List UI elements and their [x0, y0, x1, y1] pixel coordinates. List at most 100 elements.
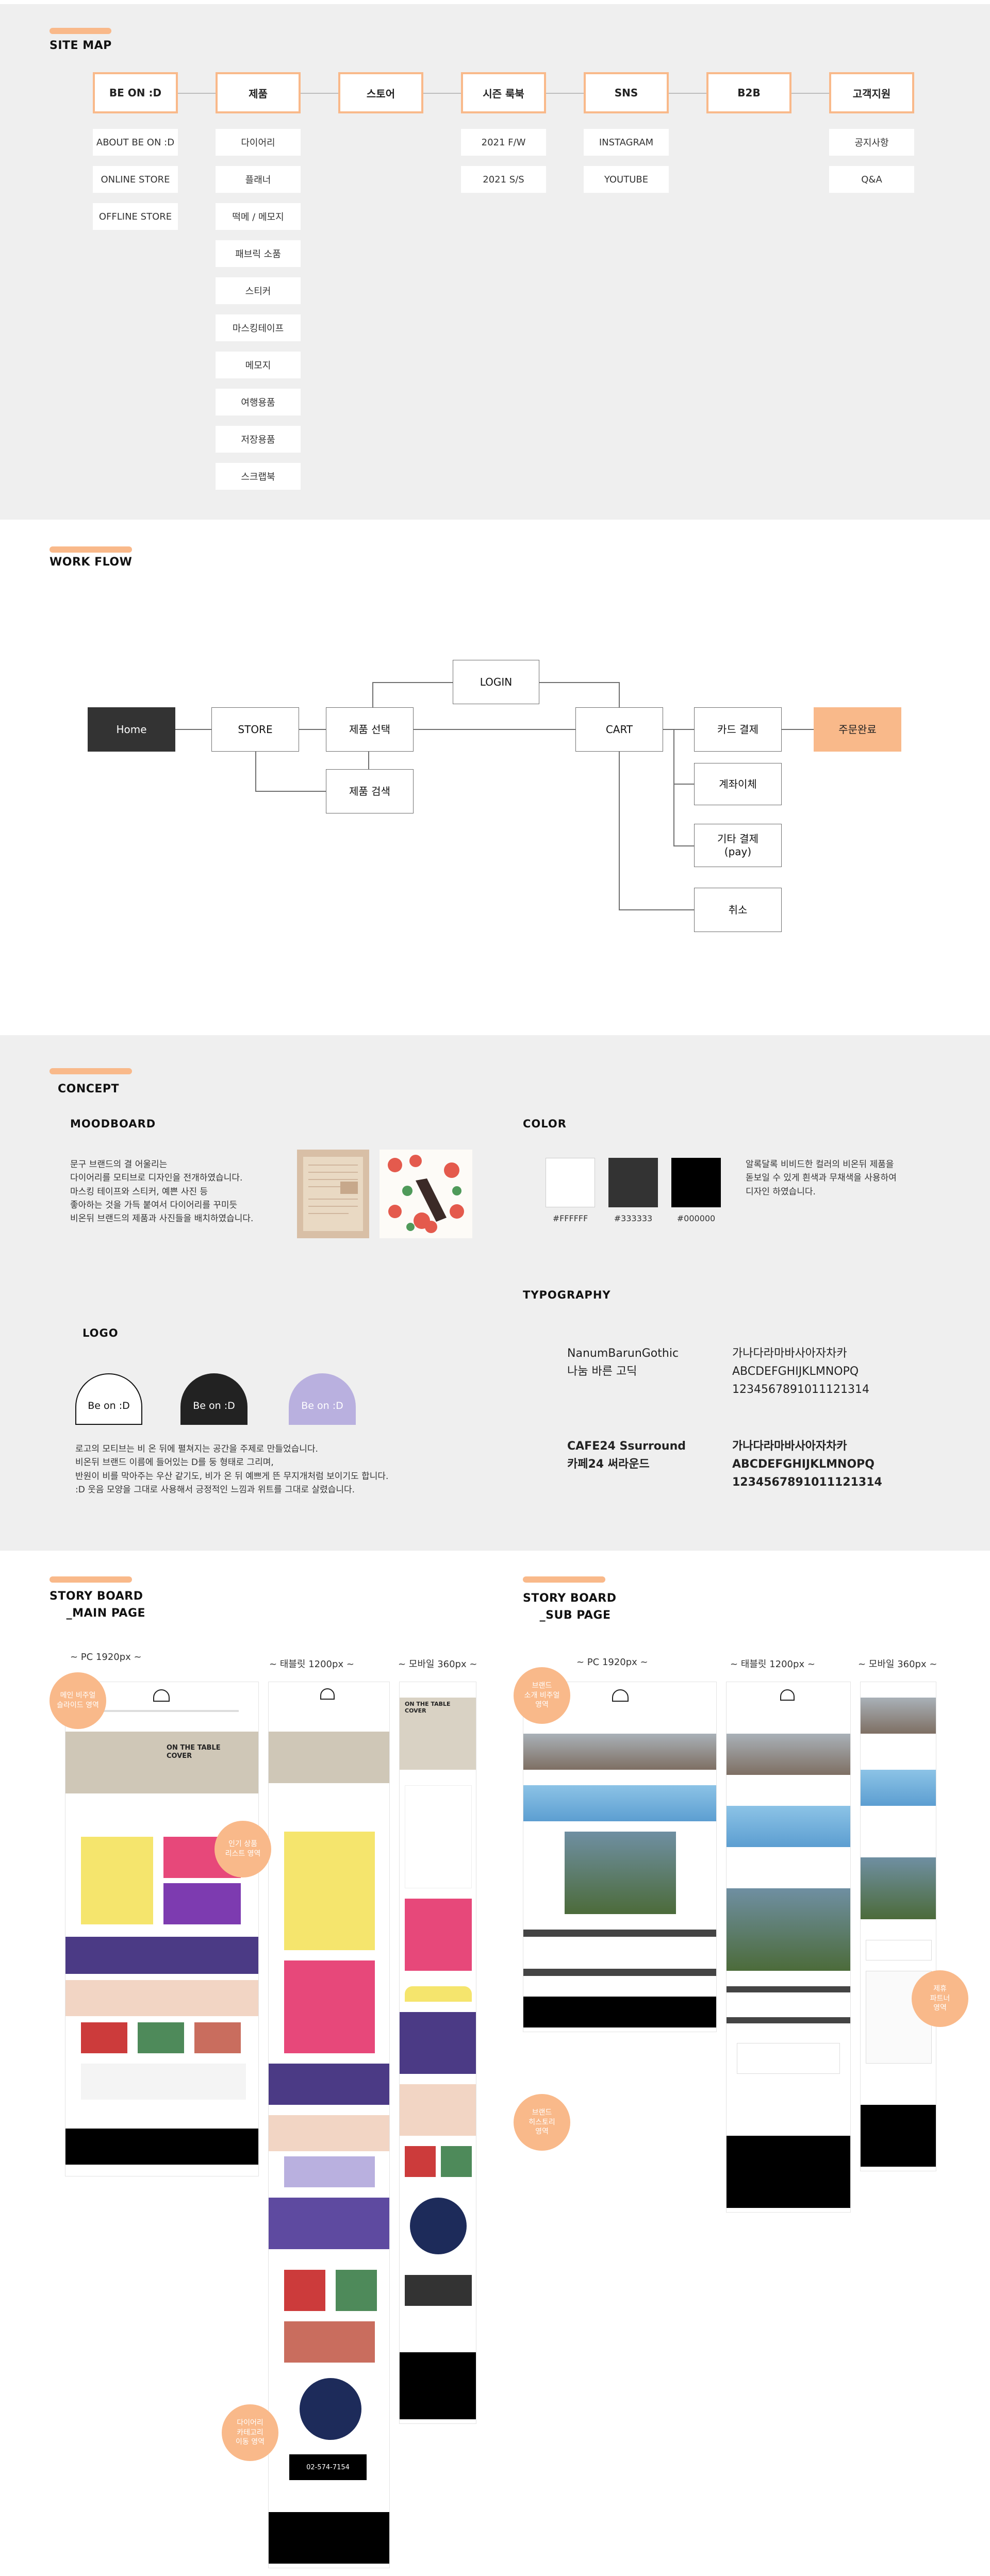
- sitemap-sub-item: ABOUT BE ON :D: [93, 129, 178, 156]
- sitemap-sub-item: 저장용품: [216, 426, 301, 453]
- sitemap-sub-item: 여행용품: [216, 389, 301, 416]
- wf-line: [175, 729, 211, 730]
- label-mobile-main: ~ 모바일 360px ~: [398, 1659, 477, 1670]
- wf-line: [673, 784, 694, 785]
- font-1-sample: 가나다라마바사아자차카 ABCDEFGHIJKLMNOPQ 1234567891…: [732, 1347, 869, 1397]
- logo-title: LOGO: [82, 1327, 119, 1339]
- sitemap-top-0: BE ON :D: [93, 72, 178, 113]
- wf-login: LOGIN: [453, 660, 539, 704]
- label-pc-sub: ~ PC 1920px ~: [576, 1657, 648, 1668]
- wf-line: [619, 752, 620, 910]
- workflow-section: WORK FLOW Home STORE 제품 선택 LOGIN 제품 검색 C…: [0, 520, 990, 1031]
- logo-dark: Be on :D: [180, 1373, 248, 1425]
- sitemap-sub-item: ONLINE STORE: [93, 166, 178, 193]
- color-swatch: [546, 1158, 595, 1207]
- color-title: COLOR: [523, 1118, 567, 1130]
- wf-line: [663, 729, 694, 730]
- concept-title: CONCEPT: [58, 1083, 120, 1095]
- moodboard-image-strawberry: [380, 1150, 472, 1238]
- sub-mobile-mock: [860, 1682, 936, 2171]
- wf-line: [673, 729, 674, 846]
- workflow-accent: [50, 546, 132, 553]
- sub-pc-mock: [523, 1682, 717, 2032]
- wf-cart: CART: [575, 707, 663, 752]
- color-text: 알록달록 비비드한 컬러의 비온뒤 제품을 돋보일 수 있게 흰색과 무채색을 …: [746, 1159, 897, 1197]
- wf-line: [299, 729, 326, 730]
- sitemap-top-3: 시즌 룩북: [461, 72, 546, 113]
- sitemap-sub-item: 떡메 / 메모지: [216, 203, 301, 230]
- font-1-name: NanumBarunGothic 나눔 바른 고딕: [567, 1347, 679, 1378]
- bubble-sub-3: 제휴 파트너 영역: [912, 1970, 968, 2027]
- sitemap-sub-item: INSTAGRAM: [584, 129, 669, 156]
- storyboard-sub-accent: [523, 1576, 605, 1583]
- sitemap-section: SITE MAP BE ON :D ABOUT BE ON :D ONLINE ST…: [0, 4, 990, 520]
- sitemap-accent: [50, 28, 111, 34]
- logo-desc: 로고의 모티브는 비 온 뒤에 펼쳐지는 공간을 주제로 만들었습니다. 비온뒤…: [75, 1444, 389, 1495]
- color-swatch-label: #FFFFFF: [552, 1214, 588, 1223]
- label-pc-main: ~ PC 1920px ~: [70, 1652, 142, 1663]
- label-mobile-sub: ~ 모바일 360px ~: [858, 1659, 937, 1670]
- main-pc-mock: ON THE TABLE COVER: [65, 1682, 259, 2176]
- sitemap-top-4: SNS: [584, 72, 669, 113]
- workflow-title: WORK FLOW: [50, 556, 133, 569]
- sitemap-sub-item: 2021 S/S: [461, 166, 546, 193]
- label-tablet-sub: ~ 태블릿 1200px ~: [730, 1659, 815, 1670]
- sitemap-top-6: 고객지원: [829, 72, 914, 113]
- sitemap-top-5: B2B: [706, 72, 791, 113]
- wf-line: [539, 682, 620, 683]
- color-swatch-label: #333333: [614, 1214, 653, 1223]
- sitemap-sub-item: YOUTUBE: [584, 166, 669, 193]
- wf-cancel: 취소: [694, 888, 782, 932]
- wf-search: 제품 검색: [326, 769, 414, 813]
- sub-tablet-mock: [726, 1682, 851, 2213]
- logo-lavender: Be on :D: [289, 1373, 356, 1425]
- sitemap-top-1: 제품: [216, 72, 301, 113]
- sitemap-sub-item: 공지사항: [829, 129, 914, 156]
- bubble-sub-1: 브랜드 소개 비주얼 영역: [514, 1667, 570, 1724]
- wf-line: [619, 909, 694, 910]
- wf-line: [372, 682, 453, 683]
- font-2-name: CAFE24 Ssurround 카페24 써라운드: [567, 1440, 686, 1471]
- strawberry-icon: [388, 1155, 464, 1233]
- wf-card: 카드 결제: [694, 707, 782, 752]
- sitemap-sub-item: 2021 F/W: [461, 129, 546, 156]
- wf-line: [255, 791, 326, 792]
- concept-accent: [50, 1068, 132, 1074]
- bubble-sub-2: 브랜드 히스토리 영역: [514, 2094, 570, 2151]
- sitemap-sub-item: 플래너: [216, 166, 301, 193]
- wf-line: [673, 845, 694, 846]
- wf-line: [255, 752, 256, 792]
- wf-store: STORE: [211, 707, 299, 752]
- sitemap-sub-item: 스크랩북: [216, 463, 301, 490]
- wf-line: [782, 729, 814, 730]
- wf-line: [372, 682, 373, 708]
- logo-outline: Be on :D: [75, 1373, 142, 1425]
- storyboard-main-title: STORY BOARD _MAIN PAGE: [50, 1590, 146, 1620]
- moodboard-title: MOODBOARD: [70, 1118, 156, 1130]
- moodboard-text: 문구 브랜드의 결 어울리는 다이어리를 모티브로 디자인을 전개하였습니다. …: [70, 1159, 254, 1224]
- hero-text-pc: ON THE TABLE COVER: [167, 1744, 221, 1760]
- storyboard-section: STORY BOARD _MAIN PAGE STORY BOARD _SUB …: [0, 1551, 990, 2576]
- wf-home: Home: [88, 707, 175, 752]
- hero-text-mobile: ON THE TABLE COVER: [405, 1701, 451, 1715]
- phone-tablet: 02-574-7154: [289, 2454, 367, 2480]
- moodboard-image-paper: [297, 1150, 369, 1238]
- wf-line: [414, 729, 575, 730]
- color-swatch: [608, 1158, 658, 1207]
- color-swatch: [671, 1158, 721, 1207]
- paper-collage-icon: [303, 1157, 363, 1231]
- sitemap-sub-item: 메모지: [216, 352, 301, 378]
- sitemap-title: SITE MAP: [50, 39, 112, 52]
- wf-etc: 기타 결제 (pay): [694, 824, 782, 867]
- bubble-main-1: 메인 비주얼 슬라이드 영역: [50, 1672, 106, 1729]
- wf-select: 제품 선택: [326, 707, 414, 752]
- label-tablet-main: ~ 태블릿 1200px ~: [269, 1659, 354, 1670]
- sitemap-sub-item: Q&A: [829, 166, 914, 193]
- font-2-sample: 가나다라마바사아자차카 ABCDEFGHIJKLMNOPQ 1234567891…: [732, 1440, 882, 1489]
- bubble-main-3: 다이어리 카테고리 이동 영역: [222, 2404, 278, 2461]
- wf-transfer: 계좌이체: [694, 763, 782, 805]
- sitemap-sub-item: 패브릭 소품: [216, 240, 301, 267]
- main-tablet-mock: 02-574-7154: [268, 1682, 390, 2568]
- wf-done: 주문완료: [814, 707, 901, 752]
- sitemap-top-2: 스토어: [338, 72, 423, 113]
